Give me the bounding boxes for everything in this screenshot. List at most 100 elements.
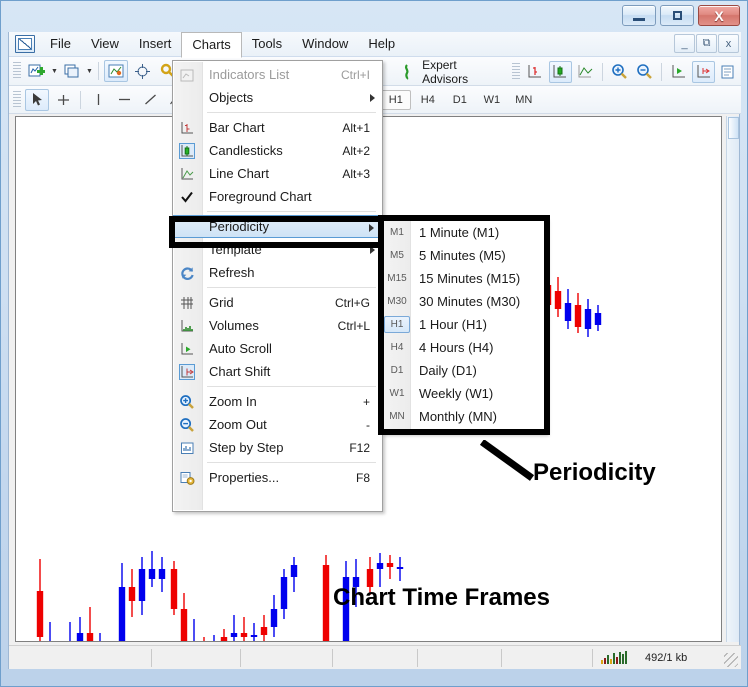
properties-icon <box>173 466 201 489</box>
menu-window[interactable]: Window <box>292 32 358 57</box>
expert-advisors-label[interactable]: Expert Advisors <box>419 58 508 86</box>
window-maximize-button[interactable] <box>660 5 694 26</box>
menu-separator <box>207 112 376 113</box>
timeframe-d1[interactable]: D1 <box>445 90 475 110</box>
window-controls: X <box>622 5 740 26</box>
menu-item-template[interactable]: Template <box>173 238 382 261</box>
menu-item-periodicity[interactable]: Periodicity <box>173 215 382 238</box>
periodicity-item-d1[interactable]: D1Daily (D1) <box>383 359 546 382</box>
trendline-icon[interactable] <box>138 89 162 111</box>
menu-charts[interactable]: Charts <box>181 32 241 58</box>
drawing-toolbar-grip[interactable] <box>13 91 21 109</box>
menu-item-label: Chart Shift <box>201 364 382 380</box>
periodicity-submenu[interactable]: M11 Minute (M1)M55 Minutes (M5)M1515 Min… <box>382 218 547 434</box>
periodicity-item-mn[interactable]: MNMonthly (MN) <box>383 405 546 428</box>
window-minimize-button[interactable] <box>622 5 656 26</box>
submenu-arrow-icon <box>369 224 374 232</box>
timeframe-w1[interactable]: W1 <box>477 90 507 110</box>
resize-grip[interactable] <box>724 653 738 667</box>
periodicity-item-label: 1 Minute (M1) <box>411 225 546 241</box>
menu-item-label: Template <box>201 242 382 258</box>
mdi-minimize-button[interactable]: _ <box>674 34 695 53</box>
indicators-icon[interactable] <box>104 60 128 82</box>
periodicity-item-h4[interactable]: H44 Hours (H4) <box>383 336 546 359</box>
menu-item-foreground-chart[interactable]: Foreground Chart <box>173 185 382 208</box>
network-traffic-icon <box>601 651 627 664</box>
menu-item-candlesticks[interactable]: CandlesticksAlt+2 <box>173 139 382 162</box>
mdi-close-button[interactable]: x <box>718 34 739 53</box>
periodicity-item-m5[interactable]: M55 Minutes (M5) <box>383 244 546 267</box>
periodicity-item-m1[interactable]: M11 Minute (M1) <box>383 221 546 244</box>
timeframe-h4[interactable]: H4 <box>413 90 443 110</box>
menu-view[interactable]: View <box>81 32 129 57</box>
checkmark-icon <box>173 185 201 208</box>
charts-dropdown-menu[interactable]: Indicators ListCtrl+IObjectsBar ChartAlt… <box>172 60 383 512</box>
bar-chart-icon[interactable] <box>524 61 547 83</box>
auto-scroll-icon[interactable] <box>667 61 690 83</box>
menu-item-grid[interactable]: GridCtrl+G <box>173 291 382 314</box>
mdi-restore-button[interactable]: ⧉ <box>696 34 717 53</box>
close-icon: X <box>714 8 723 24</box>
new-chart-dropdown-caret[interactable]: ▼ <box>50 60 59 82</box>
candlestick-chart-icon[interactable] <box>549 61 572 83</box>
menu-item-label: Bar Chart <box>201 120 342 136</box>
expert-advisors-icon[interactable] <box>395 61 418 83</box>
menu-item-bar-chart[interactable]: Bar ChartAlt+1 <box>173 116 382 139</box>
line-chart-icon[interactable] <box>574 61 597 83</box>
chart-shift-icon <box>173 360 201 383</box>
menu-item-volumes[interactable]: VolumesCtrl+L <box>173 314 382 337</box>
toolbar-grip[interactable] <box>13 62 21 80</box>
new-order-icon[interactable] <box>60 60 84 82</box>
menu-separator <box>207 211 376 212</box>
zoom-out-icon[interactable] <box>633 61 656 83</box>
menu-item-zoom-out[interactable]: Zoom Out- <box>173 413 382 436</box>
periodicity-item-m15[interactable]: M1515 Minutes (M15) <box>383 267 546 290</box>
cursor-icon[interactable] <box>25 89 49 111</box>
timeframe-mn[interactable]: MN <box>509 90 539 110</box>
new-chart-icon[interactable] <box>25 60 49 82</box>
menu-item-properties[interactable]: Properties...F8 <box>173 466 382 489</box>
zoom-in-icon <box>173 390 201 413</box>
timeframe-w1-icon: W1 <box>383 382 411 405</box>
periodicity-item-m30[interactable]: M3030 Minutes (M30) <box>383 290 546 313</box>
menu-item-no-icon <box>173 86 201 109</box>
menu-item-objects[interactable]: Objects <box>173 86 382 109</box>
periodicity-item-w1[interactable]: W1Weekly (W1) <box>383 382 546 405</box>
menu-item-shortcut: Ctrl+I <box>341 68 382 82</box>
timeframe-d1-icon: D1 <box>383 359 411 382</box>
timeframe-code-label: M15 <box>385 271 409 286</box>
scrollbar-thumb[interactable] <box>728 117 739 139</box>
vertical-line-icon[interactable] <box>86 89 110 111</box>
menu-file[interactable]: File <box>40 32 81 57</box>
zoom-in-icon[interactable] <box>608 61 631 83</box>
menu-insert[interactable]: Insert <box>129 32 182 57</box>
menu-item-chart-shift[interactable]: Chart Shift <box>173 360 382 383</box>
chart-tools-grip[interactable] <box>512 63 520 81</box>
menu-item-label: Periodicity <box>202 219 381 235</box>
new-order-dropdown-caret[interactable]: ▼ <box>85 60 94 82</box>
menu-tools[interactable]: Tools <box>242 32 292 57</box>
indicators-list-icon <box>173 63 201 86</box>
templates-icon[interactable] <box>717 61 740 83</box>
status-cell-2 <box>152 649 241 667</box>
periodicity-annotation-label: Periodicity <box>533 459 656 487</box>
chart-shift-icon[interactable] <box>692 61 715 83</box>
status-cell-1 <box>21 649 152 667</box>
periodicity-item-h1[interactable]: H11 Hour (H1) <box>383 313 546 336</box>
chart-vertical-scrollbar[interactable] <box>726 116 739 642</box>
window-close-button[interactable]: X <box>698 5 740 26</box>
crosshair-icon[interactable] <box>130 60 154 82</box>
menu-help[interactable]: Help <box>358 32 405 57</box>
menu-item-line-chart[interactable]: Line ChartAlt+3 <box>173 162 382 185</box>
status-cell-3 <box>241 649 333 667</box>
crosshair-tool-icon[interactable] <box>51 89 75 111</box>
menu-item-auto-scroll[interactable]: Auto Scroll <box>173 337 382 360</box>
timeframe-h1[interactable]: H1 <box>381 90 411 110</box>
menu-item-step-by-step[interactable]: Step by StepF12 <box>173 436 382 459</box>
timeframe-m1-icon: M1 <box>383 221 411 244</box>
menu-item-zoom-in[interactable]: Zoom In+ <box>173 390 382 413</box>
horizontal-line-icon[interactable] <box>112 89 136 111</box>
menu-item-shortcut: + <box>363 395 382 409</box>
status-cell-6 <box>502 649 592 667</box>
menu-item-refresh[interactable]: Refresh <box>173 261 382 284</box>
